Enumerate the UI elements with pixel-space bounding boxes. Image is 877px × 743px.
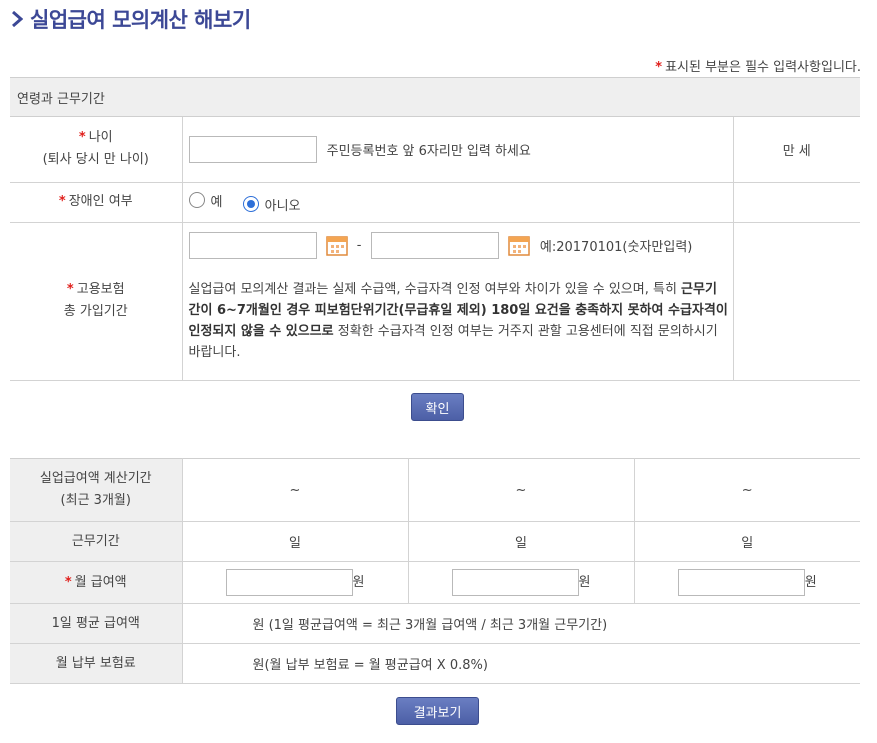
insurance-row: * 고용보험 총 가입기간 - 예:20170101(숫자만입력) 실업급여 모… (10, 222, 860, 381)
disability-option-yes[interactable]: 예 (188, 191, 223, 210)
work-days-value: 일 (634, 521, 860, 562)
age-input[interactable] (188, 135, 317, 163)
calc-period-value: ~ (408, 458, 635, 522)
wage-calc-table: 실업급여액 계산기간 (최근 3개월) ~ ~ ~ 근무기간 일 일 일 * 월 … (10, 458, 860, 684)
age-sublabel: (퇴사 당시 만 나이) (42, 152, 149, 168)
monthly-wage-label-cell: * 월 급여액 (10, 561, 183, 604)
radio-checked-icon[interactable] (242, 196, 259, 212)
confirm-button[interactable]: 확인 (411, 393, 464, 421)
premium-formula: 원(월 납부 보험료 = 월 평균급여 X 0.8%) (182, 643, 860, 684)
insurance-end-input[interactable] (370, 231, 499, 259)
monthly-wage-label: 월 급여액 (74, 574, 127, 590)
age-unit: 만 세 (732, 117, 860, 183)
work-days-value: 일 (182, 521, 409, 562)
premium-row: 월 납부 보험료 원(월 납부 보험료 = 월 평균급여 X 0.8%) (10, 643, 860, 684)
date-example-text: 예:20170101(숫자만입력) (539, 239, 693, 255)
radio-icon[interactable] (188, 192, 205, 208)
disability-field-cell: 예 아니오 (182, 182, 733, 223)
disability-row: * 장애인 여부 예 아니오 (10, 182, 860, 223)
age-help-text: 주민등록번호 앞 6자리만 입력 하세요 (326, 143, 531, 159)
insurance-notice: 실업급여 모의계산 결과는 실제 수급액, 수급자격 인정 여부와 차이가 있을… (189, 279, 729, 363)
work-days-label: 근무기간 (10, 521, 183, 562)
age-label-cell: * 나이 (퇴사 당시 만 나이) (10, 117, 183, 183)
page-header: 실업급여 모의계산 해보기 (8, 4, 251, 34)
daily-average-row: 1일 평균 급여액 원 (1일 평균급여액 = 최근 3개월 급여액 / 최근 … (10, 603, 860, 644)
insurance-date-range: - 예:20170101(숫자만입력) (188, 231, 733, 259)
calc-period-value: ~ (182, 458, 409, 522)
required-note: * 표시된 부분은 필수 입력사항입니다. (655, 56, 861, 75)
required-note-text: 표시된 부분은 필수 입력사항입니다. (665, 60, 861, 75)
monthly-wage-row: * 월 급여액 원 원 원 (10, 561, 860, 604)
premium-label: 월 납부 보험료 (10, 643, 183, 684)
disability-label-cell: * 장애인 여부 (10, 182, 183, 223)
disability-option-yes-label: 예 (210, 194, 223, 210)
calc-period-label: 실업급여액 계산기간 (39, 471, 152, 486)
disability-option-no-label: 아니오 (264, 198, 301, 214)
monthly-wage-input-3[interactable] (677, 569, 805, 596)
calendar-icon[interactable] (508, 234, 530, 256)
age-form-table: * 나이 (퇴사 당시 만 나이) 주민등록번호 앞 6자리만 입력 하세요 만 … (10, 117, 860, 381)
age-field-cell: 주민등록번호 앞 6자리만 입력 하세요 (182, 117, 733, 183)
insurance-label-line2: 총 가입기간 (63, 304, 128, 319)
monthly-wage-cell: 원 (182, 561, 409, 604)
wage-unit: 원 (804, 575, 817, 590)
daily-average-formula: 원 (1일 평균급여액 = 최근 3개월 급여액 / 최근 3개월 근무기간) (182, 603, 860, 644)
monthly-wage-cell: 원 (408, 561, 635, 604)
wage-unit: 원 (578, 575, 591, 590)
calc-period-sublabel: (최근 3개월) (60, 493, 131, 508)
work-days-value: 일 (408, 521, 635, 562)
required-star: * (66, 282, 74, 297)
disability-empty-cell (732, 182, 860, 223)
wage-unit: 원 (352, 575, 365, 590)
monthly-wage-input-1[interactable] (225, 569, 353, 596)
daily-average-label: 1일 평균 급여액 (10, 603, 183, 644)
insurance-label-line1: 고용보험 (76, 282, 125, 297)
disability-label: 장애인 여부 (68, 194, 133, 209)
section-header: 연령과 근무기간 (10, 77, 860, 117)
required-star: * (78, 130, 86, 146)
chevron-right-icon (8, 9, 26, 29)
required-star: * (655, 60, 663, 75)
disability-option-no[interactable]: 아니오 (242, 195, 301, 214)
insurance-start-input[interactable] (188, 231, 317, 259)
required-star: * (58, 194, 66, 209)
calc-period-row: 실업급여액 계산기간 (최근 3개월) ~ ~ ~ (10, 458, 860, 522)
insurance-label-cell: * 고용보험 총 가입기간 (10, 222, 183, 381)
monthly-wage-cell: 원 (634, 561, 860, 604)
insurance-field-cell: - 예:20170101(숫자만입력) 실업급여 모의계산 결과는 실제 수급액… (182, 222, 733, 381)
calc-period-label-cell: 실업급여액 계산기간 (최근 3개월) (10, 458, 183, 522)
result-button[interactable]: 결과보기 (396, 697, 479, 725)
age-row: * 나이 (퇴사 당시 만 나이) 주민등록번호 앞 6자리만 입력 하세요 만 … (10, 117, 860, 183)
insurance-empty-cell (732, 222, 860, 381)
age-label: 나이 (88, 130, 113, 146)
calc-period-value: ~ (634, 458, 860, 522)
work-days-row: 근무기간 일 일 일 (10, 521, 860, 562)
required-star: * (64, 574, 72, 590)
monthly-wage-input-2[interactable] (451, 569, 579, 596)
date-separator: - (356, 237, 362, 253)
notice-text-1: 실업급여 모의계산 결과는 실제 수급액, 수급자격 인정 여부와 차이가 있을… (188, 281, 682, 297)
page-title: 실업급여 모의계산 해보기 (30, 8, 251, 32)
calendar-icon[interactable] (325, 234, 348, 256)
